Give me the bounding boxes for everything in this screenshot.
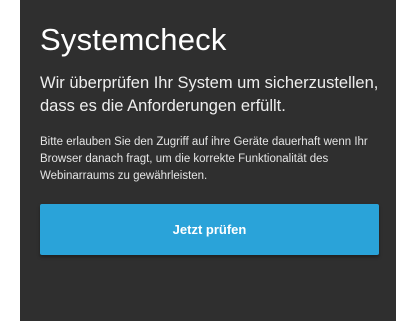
panel-title: Systemcheck bbox=[40, 22, 227, 57]
permission-note: Bitte erlauben Sie den Zugriff auf ihre … bbox=[40, 136, 368, 182]
systemcheck-panel: Systemcheck Wir überprüfen Ihr System um… bbox=[20, 0, 396, 321]
lead-text: Wir überprüfen Ihr System um sicherzuste… bbox=[40, 74, 379, 115]
check-now-button[interactable]: Jetzt prüfen bbox=[40, 204, 379, 255]
